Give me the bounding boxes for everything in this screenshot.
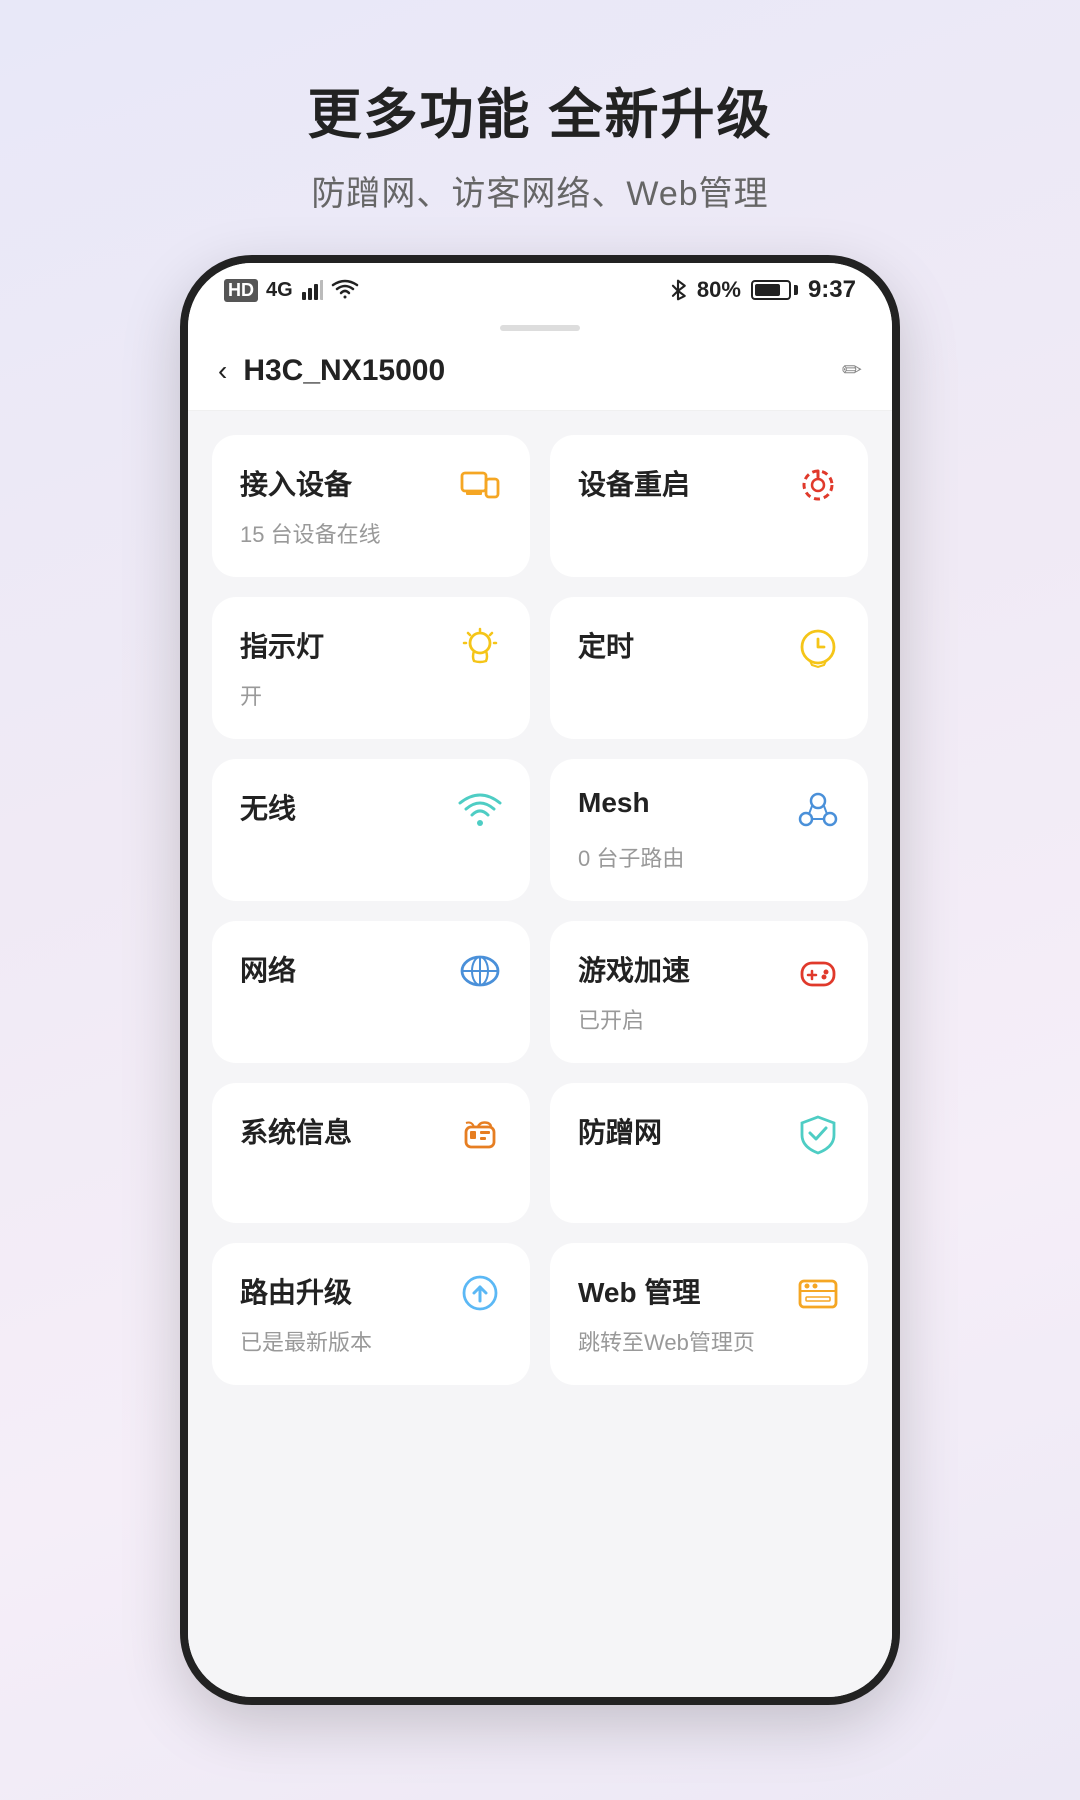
- card-upgrade-sub: 已是最新版本: [240, 1325, 502, 1357]
- device-icon: [458, 463, 502, 507]
- card-gaming-title: 游戏加速: [578, 949, 690, 989]
- battery-pct: 80%: [697, 277, 741, 303]
- card-reboot-title: 设备重启: [578, 463, 690, 503]
- card-parental-title: 防蹭网: [578, 1111, 662, 1151]
- card-mesh-title: Mesh: [578, 787, 650, 819]
- page-title: 更多功能 全新升级: [307, 80, 772, 150]
- card-devices-sub: 15 台设备在线: [240, 517, 502, 549]
- card-gaming[interactable]: 游戏加速 已开启: [550, 921, 868, 1063]
- signal-4g: 4G: [266, 279, 293, 302]
- card-wireless[interactable]: 无线: [212, 759, 530, 901]
- card-sysinfo[interactable]: 系统信息: [212, 1083, 530, 1223]
- card-wireless-title: 无线: [240, 787, 296, 827]
- network-icon: [458, 949, 502, 993]
- card-led[interactable]: 指示灯 开: [212, 597, 530, 739]
- card-parental[interactable]: 防蹭网: [550, 1083, 868, 1223]
- page-subtitle: 防蹭网、访客网络、Web管理: [307, 166, 772, 215]
- card-network[interactable]: 网络: [212, 921, 530, 1063]
- card-timer-title: 定时: [578, 625, 634, 665]
- gaming-icon: [796, 949, 840, 993]
- card-devices-title: 接入设备: [240, 463, 352, 503]
- card-sysinfo-title: 系统信息: [240, 1111, 352, 1151]
- card-timer[interactable]: 定时: [550, 597, 868, 739]
- card-led-title: 指示灯: [240, 625, 324, 665]
- status-right: 80% 9:37: [669, 276, 856, 304]
- app-bar: ‹ H3C_NX15000 ✏: [188, 331, 892, 411]
- time: 9:37: [808, 276, 856, 304]
- card-upgrade[interactable]: 路由升级 已是最新版本: [212, 1243, 530, 1385]
- card-mesh-sub: 0 台子路由: [578, 841, 840, 873]
- card-webmgmt-sub: 跳转至Web管理页: [578, 1325, 840, 1357]
- timer-icon: [796, 625, 840, 669]
- card-network-title: 网络: [240, 949, 296, 989]
- card-webmgmt[interactable]: Web 管理 跳转至Web管理页: [550, 1243, 868, 1385]
- back-button[interactable]: ‹: [218, 355, 227, 387]
- signal-bars-icon: [301, 279, 323, 301]
- edit-icon[interactable]: ✏: [842, 356, 862, 385]
- upgrade-icon: [458, 1271, 502, 1315]
- app-bar-title: H3C_NX15000: [243, 354, 830, 388]
- reboot-icon: [796, 463, 840, 507]
- card-led-sub: 开: [240, 679, 502, 711]
- page-header: 更多功能 全新升级 防蹭网、访客网络、Web管理: [307, 80, 772, 215]
- card-reboot[interactable]: 设备重启: [550, 435, 868, 577]
- card-grid: 接入设备 15 台设备在线 设备重启: [212, 435, 868, 1385]
- phone-shell: HD 4G 80%: [180, 255, 900, 1705]
- battery-icon: [751, 280, 798, 300]
- web-icon: [796, 1271, 840, 1315]
- wifi-icon: [458, 787, 502, 831]
- hd-badge: HD: [224, 279, 258, 302]
- sysinfo-icon: [458, 1111, 502, 1155]
- status-bar: HD 4G 80%: [188, 263, 892, 317]
- content-area: 接入设备 15 台设备在线 设备重启: [188, 411, 892, 1697]
- wifi-status-icon: [331, 279, 359, 301]
- led-icon: [458, 625, 502, 669]
- status-left: HD 4G: [224, 279, 359, 302]
- bluetooth-icon: [669, 279, 687, 301]
- shield-icon: [796, 1111, 840, 1155]
- card-upgrade-title: 路由升级: [240, 1271, 352, 1311]
- card-webmgmt-title: Web 管理: [578, 1271, 700, 1311]
- card-devices[interactable]: 接入设备 15 台设备在线: [212, 435, 530, 577]
- mesh-icon: [796, 787, 840, 831]
- card-mesh[interactable]: Mesh 0 台子路由: [550, 759, 868, 901]
- card-gaming-sub: 已开启: [578, 1003, 840, 1035]
